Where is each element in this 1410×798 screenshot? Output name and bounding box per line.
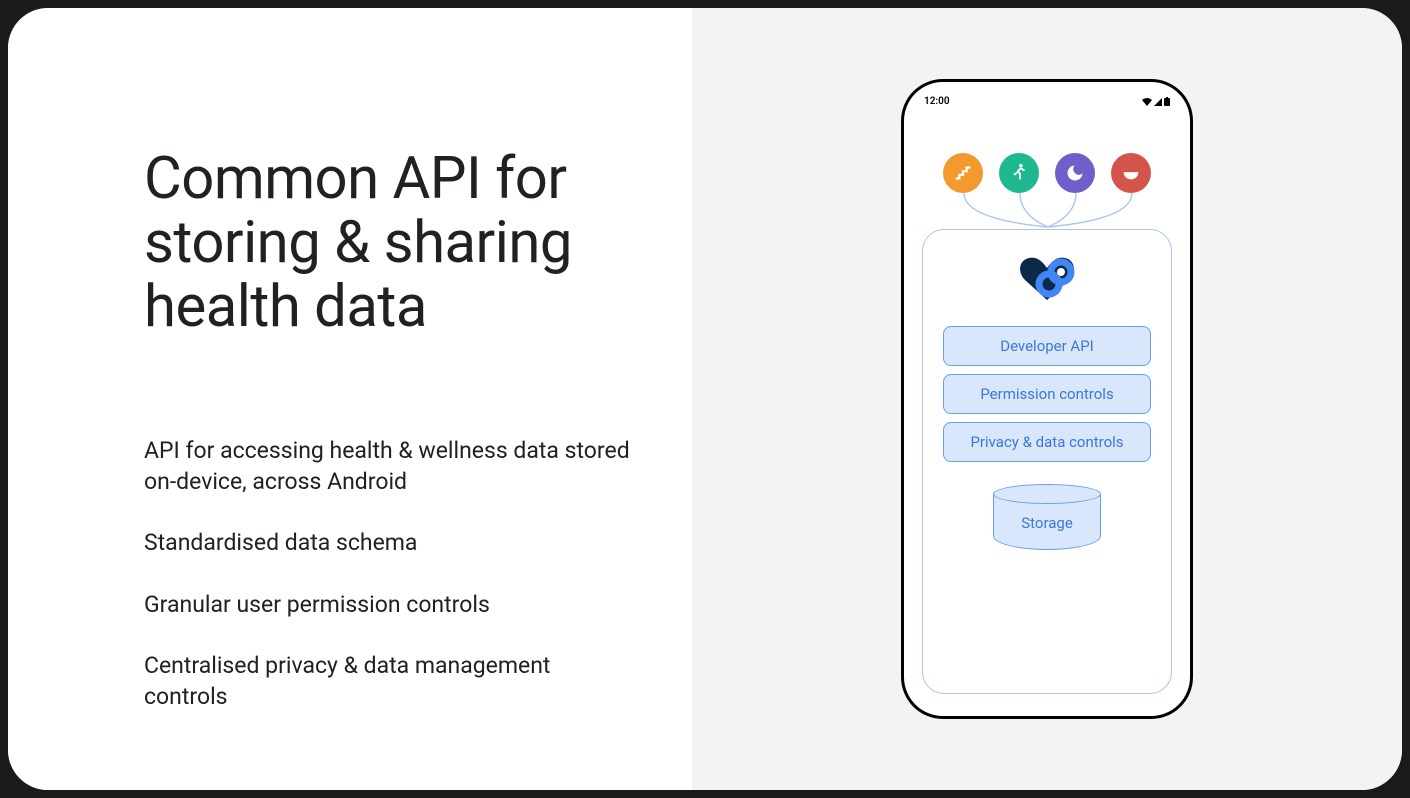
phone-mockup: 12:00 [901, 79, 1193, 719]
storage-cylinder: Storage [993, 484, 1101, 550]
runner-icon [999, 153, 1039, 193]
permission-controls-box: Permission controls [943, 374, 1151, 414]
connector-lines [918, 193, 1176, 229]
health-connect-logo-icon [1019, 256, 1075, 302]
bullet-item: API for accessing health & wellness data… [144, 435, 632, 497]
slide-title: Common API for storing & sharing health … [144, 148, 632, 339]
moon-icon [1055, 153, 1095, 193]
bullet-item: Granular user permission controls [144, 589, 632, 620]
right-panel: 12:00 [692, 8, 1402, 790]
wifi-icon [1142, 98, 1152, 106]
bowl-icon [1111, 153, 1151, 193]
signal-icon [1154, 98, 1162, 106]
slide: Common API for storing & sharing health … [8, 8, 1402, 790]
bullet-list: API for accessing health & wellness data… [144, 435, 632, 711]
battery-icon [1164, 97, 1170, 106]
developer-api-box: Developer API [943, 326, 1151, 366]
status-bar: 12:00 [918, 96, 1176, 113]
status-icons [1142, 97, 1170, 106]
bullet-item: Standardised data schema [144, 527, 632, 558]
left-panel: Common API for storing & sharing health … [8, 8, 692, 790]
app-icons-row [918, 153, 1176, 193]
bullet-item: Centralised privacy & data management co… [144, 650, 632, 712]
storage-label: Storage [1021, 514, 1073, 532]
privacy-data-controls-box: Privacy & data controls [943, 422, 1151, 462]
health-connect-card: Developer API Permission controls Privac… [922, 229, 1172, 694]
stairs-icon [943, 153, 983, 193]
status-time: 12:00 [924, 96, 950, 107]
